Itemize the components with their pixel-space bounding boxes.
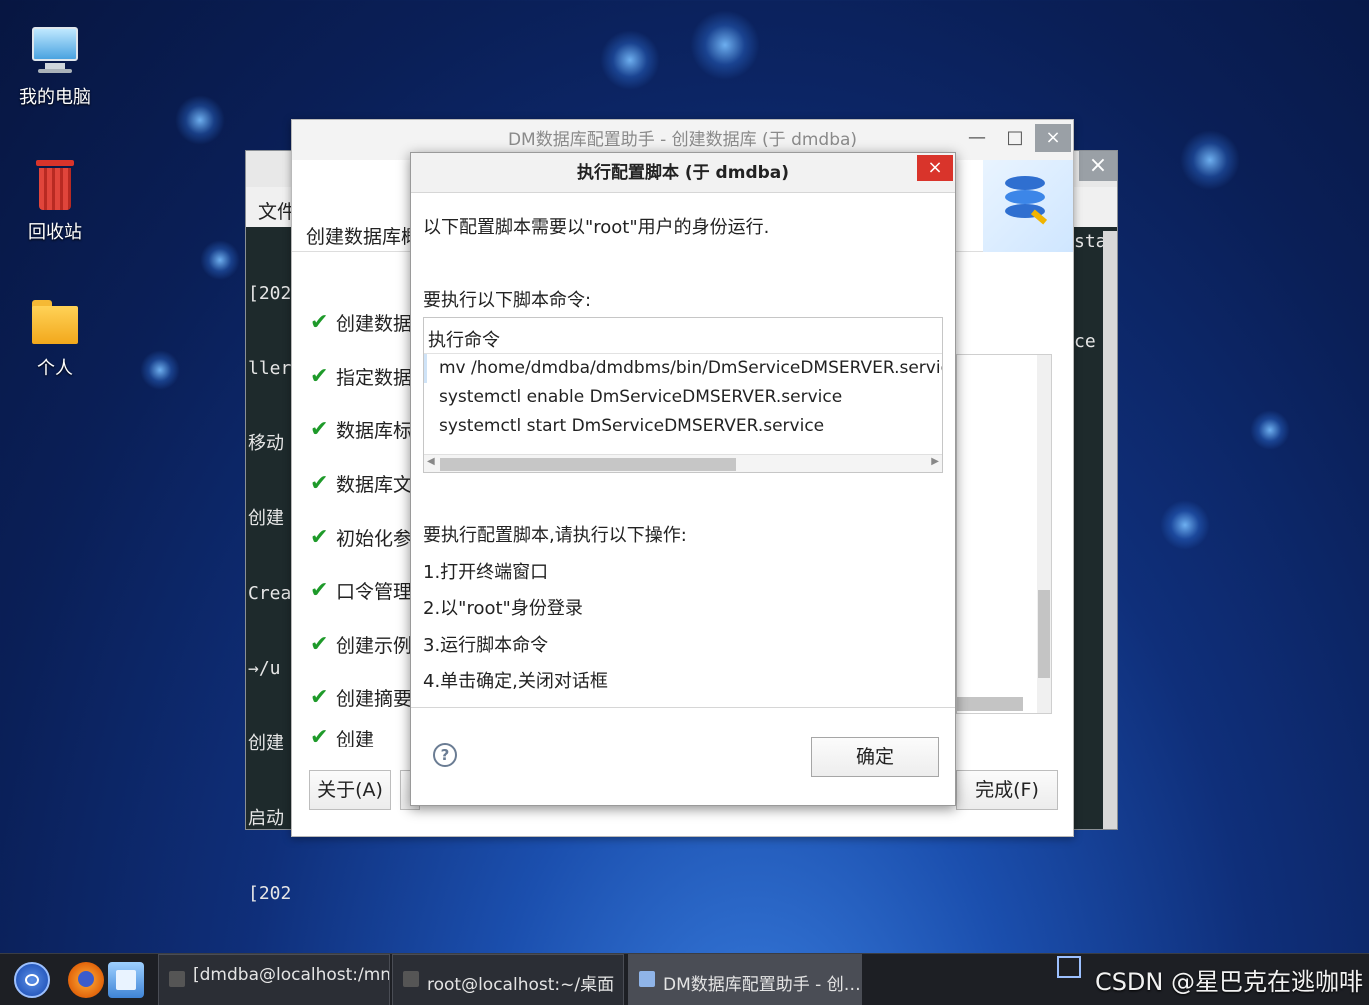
- help-icon[interactable]: ?: [433, 743, 457, 767]
- instruction-item: 1.打开终端窗口: [423, 562, 549, 583]
- terminal-line: ller: [248, 358, 292, 379]
- command-row[interactable]: systemctl start DmServiceDMSERVER.servic…: [424, 412, 942, 441]
- maximize-button[interactable]: □: [997, 124, 1033, 152]
- instruction-item: 4.单击确定,关闭对话框: [423, 671, 608, 692]
- command-row[interactable]: mv /home/dmdba/dmdbms/bin/DmServiceDMSER…: [424, 354, 942, 383]
- ok-button[interactable]: 确定: [811, 737, 939, 777]
- terminal-line: Crea: [248, 583, 292, 604]
- watermark: CSDN @星巴克在逃咖啡: [1094, 968, 1363, 996]
- check-icon: ✔: [310, 685, 329, 711]
- scroll-thumb[interactable]: [440, 458, 736, 471]
- instruction-item: 2.以"root"身份登录: [423, 598, 583, 619]
- desktop-icon-computer[interactable]: 我的电脑: [10, 25, 100, 109]
- command-row[interactable]: systemctl enable DmServiceDMSERVER.servi…: [424, 383, 942, 412]
- dialog-title: 执行配置脚本 (于 dmdba): [411, 153, 955, 193]
- show-desktop-icon[interactable]: [1057, 956, 1081, 978]
- terminal-output: [202 ller 移动 创建 Crea →/u 创建 启动 [202: [248, 231, 291, 956]
- command-table[interactable]: 执行命令 mv /home/dmdba/dmdbms/bin/DmService…: [423, 317, 943, 473]
- desktop-icon-label: 个人: [37, 358, 73, 379]
- dialog-intro: 以下配置脚本需要以"root"用户的身份运行.: [423, 217, 770, 238]
- terminal-line: 启动: [248, 808, 284, 829]
- step-label: 口令管理: [336, 581, 413, 604]
- terminal-line: [202: [248, 883, 292, 904]
- task-label: root@localhost:~/桌面: [427, 975, 615, 995]
- start-menu-icon[interactable]: [14, 962, 50, 998]
- task-label: [dmdba@localhost:/mnt]: [193, 965, 390, 985]
- database-logo-icon: [983, 160, 1073, 252]
- command-column-header: 执行命令: [424, 318, 942, 354]
- terminal-line: [202: [248, 283, 292, 304]
- firefox-icon[interactable]: [68, 962, 104, 998]
- taskbar-task-dm-assistant[interactable]: DM数据库配置助手 - 创…: [628, 954, 862, 1005]
- instruction-item: 3.运行脚本命令: [423, 635, 549, 656]
- scroll-right-icon[interactable]: ▶: [931, 456, 939, 467]
- terminal-line: →/u: [248, 658, 281, 679]
- check-icon: ✔: [310, 724, 329, 747]
- step-label: 创建: [336, 728, 375, 747]
- task-label: DM数据库配置助手 - 创…: [663, 975, 861, 995]
- taskbar-task-terminal-root[interactable]: root@localhost:~/桌面: [392, 954, 624, 1005]
- finish-button[interactable]: 完成(F): [956, 770, 1058, 810]
- terminal-icon: [169, 971, 185, 987]
- about-button[interactable]: 关于(A): [309, 770, 391, 810]
- command-label: 要执行以下脚本命令:: [423, 290, 592, 311]
- check-icon: ✔: [310, 310, 329, 336]
- run-script-dialog[interactable]: 执行配置脚本 (于 dmdba) × 以下配置脚本需要以"root"用户的身份运…: [410, 152, 956, 806]
- summary-hscroll-thumb[interactable]: [957, 697, 1023, 711]
- terminal-line: 移动: [248, 433, 284, 454]
- steps-label: 要执行配置脚本,请执行以下操作:: [423, 525, 687, 546]
- check-icon: ✔: [310, 363, 329, 389]
- check-icon: ✔: [310, 631, 329, 657]
- command-hscrollbar[interactable]: ◀ ▶: [424, 454, 942, 472]
- computer-icon: [30, 25, 80, 75]
- scroll-thumb[interactable]: [1038, 590, 1050, 678]
- terminal-scrollbar[interactable]: [1103, 231, 1117, 829]
- desktop-icon-label: 我的电脑: [19, 87, 91, 108]
- minimize-button[interactable]: —: [959, 124, 995, 152]
- check-icon: ✔: [310, 417, 329, 443]
- terminal-text: ce: [1074, 331, 1096, 352]
- terminal-line: 创建: [248, 733, 284, 754]
- terminal-icon: [403, 971, 419, 987]
- step-label: 创建摘要: [336, 688, 413, 711]
- summary-panel[interactable]: [956, 354, 1052, 714]
- dialog-close-button[interactable]: ×: [917, 155, 953, 181]
- check-icon: ✔: [310, 578, 329, 604]
- terminal-close-button[interactable]: ×: [1079, 151, 1117, 181]
- desktop-icon-trash[interactable]: 回收站: [10, 160, 100, 244]
- file-manager-icon[interactable]: [108, 962, 144, 998]
- summary-vscrollbar[interactable]: [1037, 355, 1051, 713]
- check-icon: ✔: [310, 471, 329, 497]
- desktop-icon-home[interactable]: 个人: [10, 296, 100, 380]
- trash-icon: [30, 160, 80, 210]
- terminal-text: sta: [1074, 231, 1107, 252]
- taskbar-task-terminal-dmdba[interactable]: [dmdba@localhost:/mnt]: [158, 954, 390, 1005]
- dm-app-icon: [639, 971, 655, 987]
- terminal-line: 创建: [248, 508, 284, 529]
- dialog-divider: [411, 707, 955, 708]
- scroll-left-icon[interactable]: ◀: [427, 456, 435, 467]
- check-icon: ✔: [310, 524, 329, 550]
- dm-window-close-button[interactable]: ×: [1035, 124, 1071, 152]
- desktop-icon-label: 回收站: [28, 222, 82, 243]
- folder-icon: [30, 296, 80, 346]
